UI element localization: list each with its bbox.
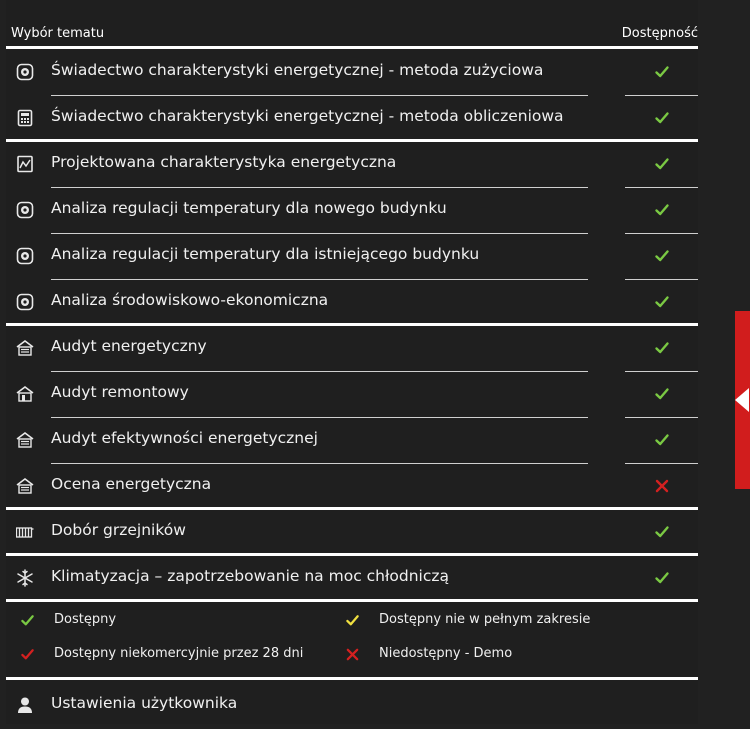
available-check-icon [654, 156, 670, 172]
row-divider [51, 417, 588, 418]
topic-label: Projektowana charakterystyka energetyczn… [51, 153, 397, 171]
user-icon [16, 696, 34, 714]
meter-icon [16, 63, 34, 81]
topic-panel: Wybór tematu Dostępność Świadectwo chara… [6, 0, 698, 724]
topic-row[interactable]: Świadectwo charakterystyki energetycznej… [6, 96, 698, 142]
legend-noncommercial-label: Dostępny niekomercyjnie przez 28 dni [54, 646, 304, 661]
row-divider [625, 187, 698, 188]
house-door-icon [16, 385, 34, 403]
house-lines-icon [16, 431, 34, 449]
legend-row: Dostępny niekomercyjnie przez 28 dni Nied… [6, 639, 698, 669]
topic-label: Analiza regulacji temperatury dla istnie… [51, 245, 480, 263]
topic-column-header: Wybór tematu [11, 26, 105, 41]
topic-label: Audyt remontowy [51, 383, 189, 401]
topic-label: Analiza regulacji temperatury dla nowego… [51, 199, 447, 217]
table-header: Wybór tematu Dostępność [6, 26, 698, 44]
available-check-icon [654, 386, 670, 402]
topic-label: Świadectwo charakterystyki energetycznej… [51, 61, 544, 79]
topic-row[interactable]: Analiza regulacji temperatury dla istnie… [6, 234, 698, 280]
availability-column-header: Dostępność [621, 26, 698, 41]
group-divider [6, 139, 698, 142]
group-divider [6, 553, 698, 556]
available-check-icon [654, 202, 670, 218]
user-settings-row[interactable]: Ustawienia użytkownika [6, 683, 698, 729]
topic-label: Analiza środowiskowo-ekonomiczna [51, 291, 329, 309]
topic-row[interactable]: Dobór grzejników [6, 510, 698, 556]
topic-row[interactable]: Analiza środowiskowo-ekonomiczna [6, 280, 698, 326]
row-divider [625, 371, 698, 372]
legend-available-label: Dostępny [54, 612, 117, 627]
row-divider [51, 279, 588, 280]
group-divider [6, 599, 698, 602]
legend-divider [6, 677, 698, 680]
available-check-icon [654, 248, 670, 264]
topic-label: Ocena energetyczna [51, 475, 212, 493]
topic-row[interactable]: Projektowana charakterystyka energetyczn… [6, 142, 698, 188]
topic-row[interactable]: Świadectwo charakterystyki energetycznej… [6, 50, 698, 96]
row-divider [51, 233, 588, 234]
user-settings-label: Ustawienia użytkownika [51, 694, 238, 712]
topic-row[interactable]: Audyt remontowy [6, 372, 698, 418]
group-divider [6, 323, 698, 326]
row-divider [625, 233, 698, 234]
chart-doc-icon [16, 155, 34, 173]
row-divider [51, 371, 588, 372]
row-divider [51, 95, 588, 96]
row-divider [51, 187, 588, 188]
header-divider [6, 46, 698, 49]
topic-row[interactable]: Audyt energetyczny [6, 326, 698, 372]
available-check-icon [654, 294, 670, 310]
row-divider [51, 463, 588, 464]
available-check-icon [654, 340, 670, 356]
legend-unavailable-label: Niedostępny - Demo [379, 646, 513, 661]
topic-row[interactable]: Analiza regulacji temperatury dla nowego… [6, 188, 698, 234]
radiator-icon [15, 523, 34, 541]
legend-available-check-icon [21, 615, 34, 626]
legend-partial-check-icon [346, 615, 359, 626]
row-divider [625, 463, 698, 464]
unavailable-cross-icon [654, 478, 670, 494]
topic-row[interactable]: Ocena energetyczna [6, 464, 698, 510]
available-check-icon [654, 524, 670, 540]
topic-label: Dobór grzejników [51, 521, 186, 539]
available-check-icon [654, 432, 670, 448]
group-divider [6, 507, 698, 510]
topic-row[interactable]: Klimatyzacja – zapotrzebowanie na moc ch… [6, 556, 698, 602]
house-lines-icon [16, 477, 34, 495]
legend-partial-label: Dostępny nie w pełnym zakresie [379, 612, 591, 627]
topic-label: Świadectwo charakterystyki energetycznej… [51, 107, 564, 125]
snowflake-icon [16, 569, 34, 587]
meter-icon [16, 201, 34, 219]
topic-label: Klimatyzacja – zapotrzebowanie na moc ch… [51, 567, 449, 585]
row-divider [625, 279, 698, 280]
legend-row: Dostępny Dostępny nie w pełnym zakresie [6, 605, 698, 635]
available-check-icon [654, 64, 670, 80]
meter-icon [16, 293, 34, 311]
legend-unavailable-cross-icon [346, 648, 359, 661]
arrow-left-icon [735, 388, 749, 412]
available-check-icon [654, 570, 670, 586]
topic-label: Audyt efektywności energetycznej [51, 429, 318, 447]
collapse-side-tab[interactable] [735, 311, 750, 489]
house-lines-icon [16, 339, 34, 357]
row-divider [625, 417, 698, 418]
topic-label: Audyt energetyczny [51, 337, 207, 355]
calculator-icon [16, 109, 34, 127]
available-check-icon [654, 110, 670, 126]
row-divider [625, 95, 698, 96]
topic-row[interactable]: Audyt efektywności energetycznej [6, 418, 698, 464]
meter-icon [16, 247, 34, 265]
legend-noncommercial-check-icon [21, 649, 34, 660]
